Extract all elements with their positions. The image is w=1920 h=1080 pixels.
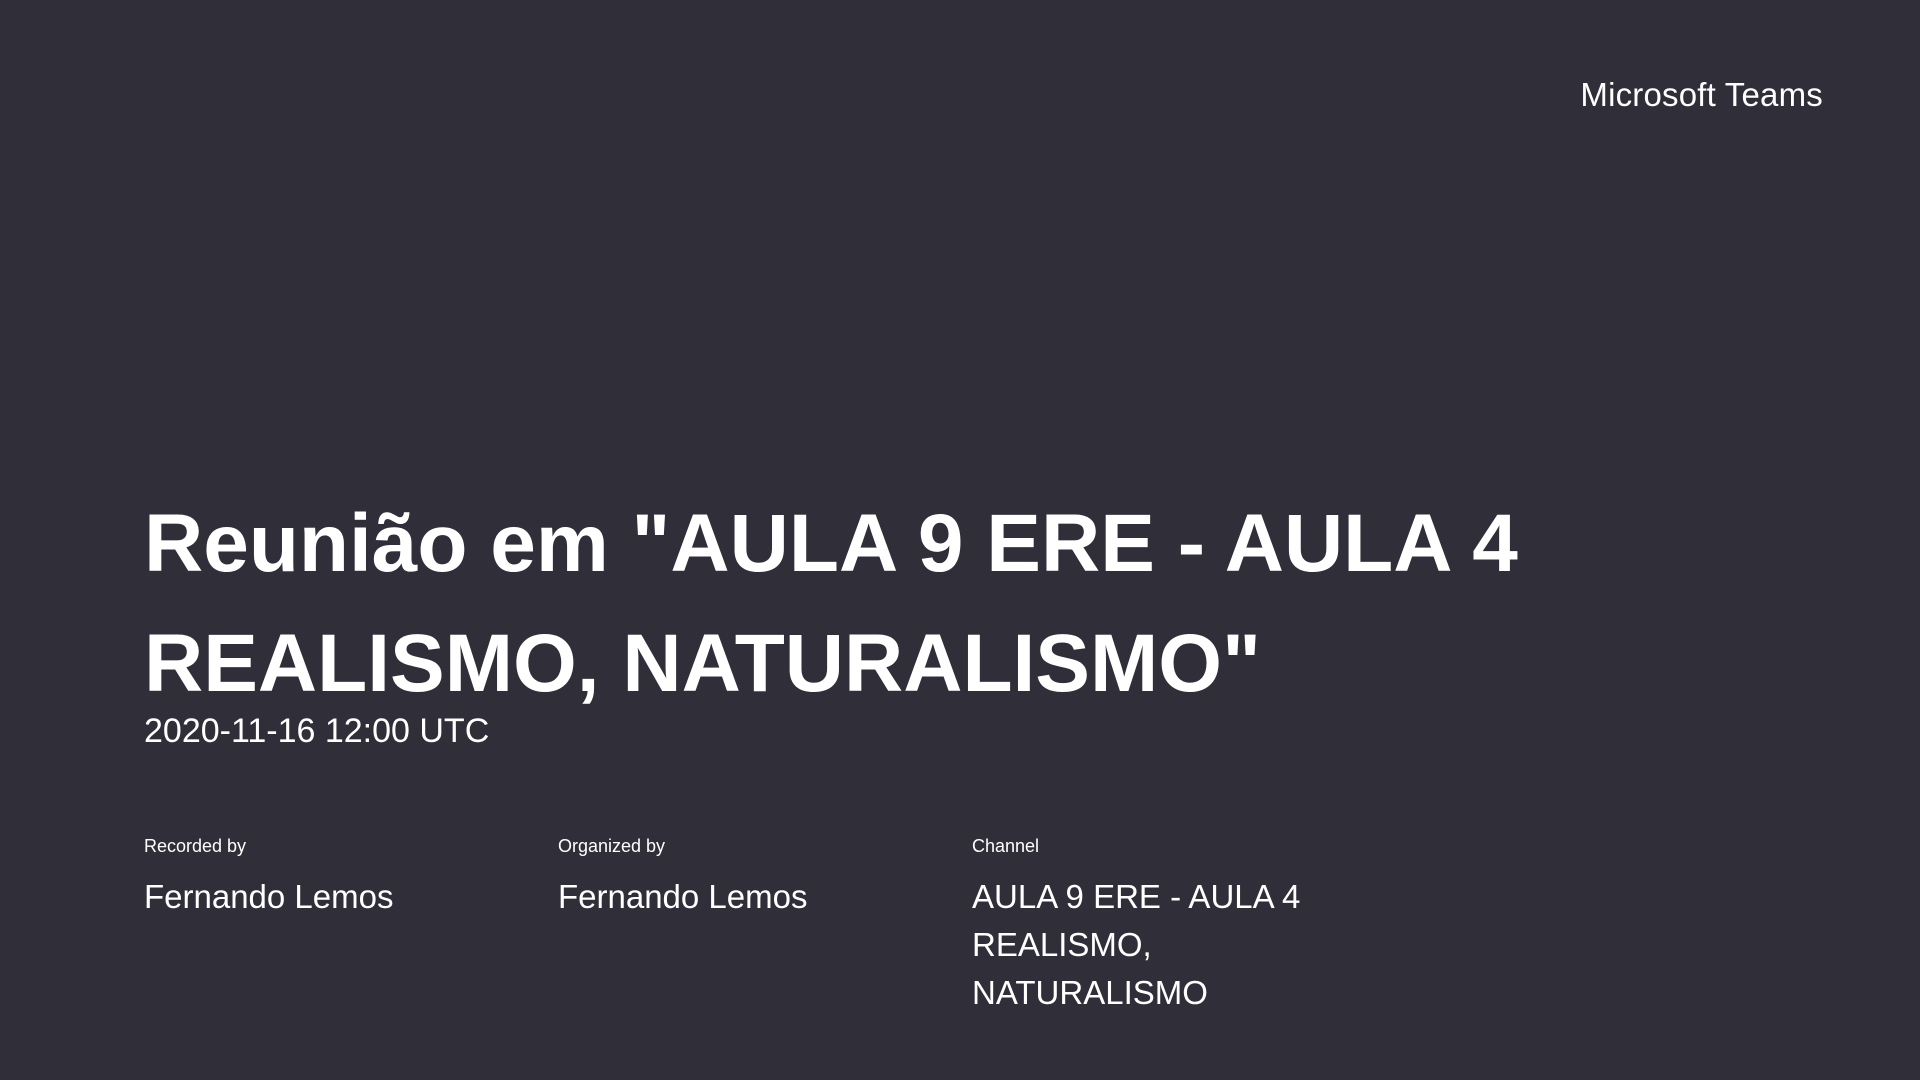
- app-brand: Microsoft Teams: [1580, 76, 1823, 113]
- recorded-by-section: Recorded by Fernando Lemos: [144, 836, 544, 921]
- recording-title-card: Microsoft Teams Reunião em "AULA 9 ERE -…: [0, 0, 1920, 1080]
- channel-section: Channel AULA 9 ERE - AULA 4 REALISMO, NA…: [972, 836, 1352, 1017]
- meeting-datetime: 2020-11-16 12:00 UTC: [144, 712, 490, 750]
- recorded-by-label: Recorded by: [144, 836, 247, 856]
- recorded-by-value: Fernando Lemos: [144, 878, 394, 915]
- channel-value: AULA 9 ERE - AULA 4 REALISMO, NATURALISM…: [972, 878, 1301, 1011]
- channel-label: Channel: [972, 836, 1040, 856]
- organized-by-value: Fernando Lemos: [558, 878, 808, 915]
- organized-by-section: Organized by Fernando Lemos: [558, 836, 958, 921]
- meeting-title: Reunião em "AULA 9 ERE - AULA 4 REALISMO…: [144, 498, 1518, 709]
- organized-by-label: Organized by: [558, 836, 666, 856]
